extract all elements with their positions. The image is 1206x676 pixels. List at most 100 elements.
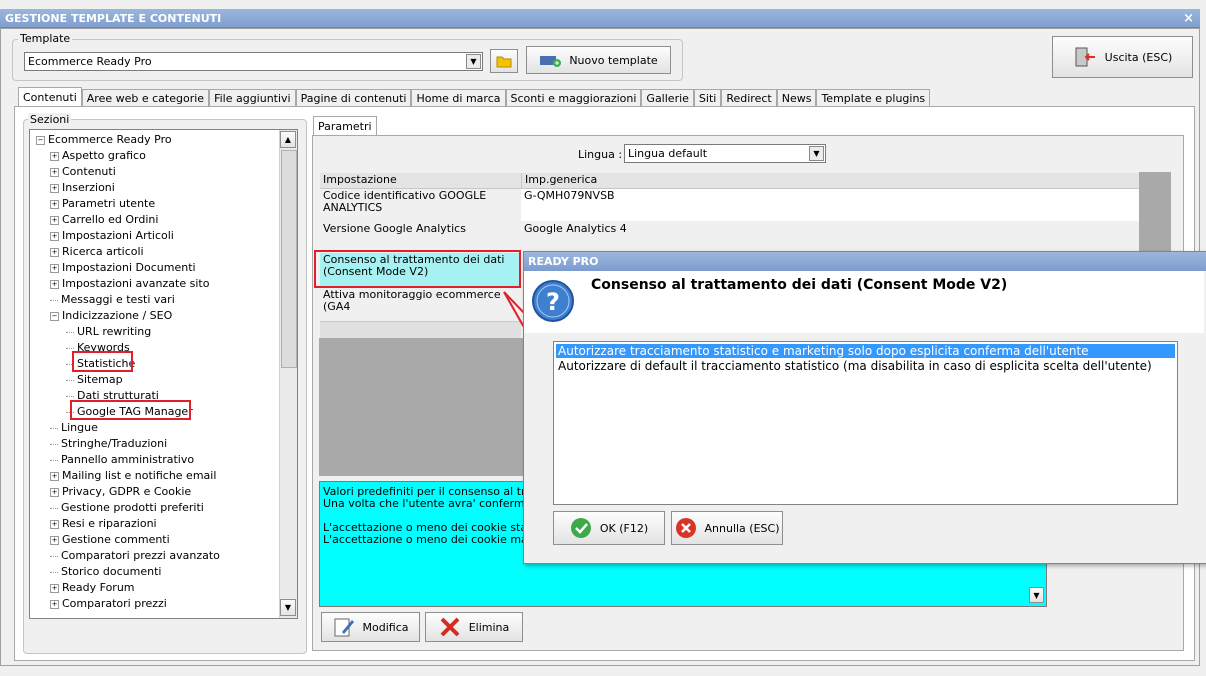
scroll-down-icon[interactable]: ▼ (280, 599, 296, 616)
tree-item[interactable]: Storico documenti (50, 564, 161, 580)
tree-item[interactable]: + Aspetto grafico (50, 148, 146, 164)
tree-item-label: Storico documenti (61, 565, 162, 578)
tree-item-label: Impostazioni Articoli (62, 229, 174, 242)
expand-icon[interactable]: + (50, 487, 59, 497)
folder-icon (496, 56, 512, 68)
template-select[interactable]: Ecommerce Ready Pro ▼ (24, 52, 483, 71)
tree-scrollbar[interactable]: ▲ ▼ (279, 130, 297, 618)
consent-option[interactable]: Autorizzare di default il tracciamento s… (556, 359, 1175, 373)
tree-item[interactable]: − Indicizzazione / SEO (50, 308, 172, 324)
open-template-button[interactable] (490, 49, 518, 73)
consent-option-selected[interactable]: Autorizzare tracciamento statistico e ma… (556, 344, 1175, 358)
consent-options-list[interactable]: Autorizzare tracciamento statistico e ma… (553, 341, 1178, 505)
sections-tree[interactable]: − Ecommerce Ready Pro + Aspetto grafico + Con… (29, 129, 298, 619)
expand-icon[interactable]: + (50, 279, 59, 289)
tree-item[interactable]: Dati strutturati (66, 388, 159, 404)
tree-item[interactable]: + Impostazioni Documenti (50, 260, 196, 276)
tree-item-label: Indicizzazione / SEO (62, 309, 173, 322)
delete-label: Elimina (468, 620, 510, 634)
tree-item[interactable]: + Gestione commenti (50, 532, 170, 548)
tree-root[interactable]: − Ecommerce Ready Pro (36, 132, 172, 148)
chevron-down-icon[interactable]: ▼ (809, 146, 824, 161)
lingua-label: Lingua : (578, 148, 623, 161)
chevron-down-icon[interactable]: ▼ (466, 54, 481, 69)
grid-row-value[interactable]: Google Analytics 4 (521, 222, 1139, 250)
new-template-button[interactable]: Nuovo template (526, 46, 671, 74)
expand-icon[interactable]: + (50, 599, 59, 609)
exit-door-icon (1075, 47, 1095, 67)
collapse-icon[interactable]: − (50, 311, 59, 321)
tree-item[interactable]: Stringhe/Traduzioni (50, 436, 167, 452)
tree-item[interactable]: + Inserzioni (50, 180, 115, 196)
tree-item[interactable]: Keywords (66, 340, 130, 356)
expand-icon[interactable]: + (50, 231, 59, 241)
tree-item[interactable]: + Ready Forum (50, 580, 135, 596)
tree-item[interactable]: + Impostazioni Articoli (50, 228, 174, 244)
tree-item-label: Google TAG Manager (77, 405, 193, 418)
tree-item-label: Lingue (61, 421, 98, 434)
tree-item[interactable]: + Parametri utente (50, 196, 155, 212)
scroll-up-icon[interactable]: ▲ (280, 131, 296, 148)
ok-button[interactable]: OK (F12) (553, 511, 665, 545)
tree-item-label: Gestione prodotti preferiti (61, 501, 204, 514)
delete-button[interactable]: Elimina (425, 612, 523, 642)
expand-icon[interactable]: + (50, 583, 59, 593)
cancel-label: Annulla (ESC) (704, 521, 780, 535)
tree-item-label: Gestione commenti (62, 533, 170, 546)
grid-row-name[interactable]: Codice identificativo GOOGLE ANALYTICS (320, 189, 521, 221)
tree-item-label: Dati strutturati (77, 389, 159, 402)
modify-button[interactable]: Modifica (321, 612, 420, 642)
grid-row-value[interactable]: G-QMH079NVSB (521, 189, 1139, 221)
tree-item[interactable]: Sitemap (66, 372, 123, 388)
dialog-heading: Consenso al trattamento dei dati (Consen… (591, 277, 1008, 293)
tree-item[interactable]: + Mailing list e notifiche email (50, 468, 216, 484)
tree-item[interactable]: URL rewriting (66, 324, 151, 340)
tree-item[interactable]: + Impostazioni avanzate sito (50, 276, 209, 292)
close-icon[interactable]: × (1183, 9, 1194, 28)
tree-item[interactable]: Gestione prodotti preferiti (50, 500, 204, 516)
expand-icon[interactable]: + (50, 263, 59, 273)
scroll-thumb[interactable] (281, 150, 297, 368)
tree-item[interactable]: Statistiche (66, 356, 135, 372)
tree-item-label: URL rewriting (77, 325, 152, 338)
expand-icon[interactable]: + (50, 471, 59, 481)
tree-item[interactable]: Lingue (50, 420, 98, 436)
modify-label: Modifica (362, 620, 409, 634)
expand-icon[interactable]: + (50, 535, 59, 545)
sections-legend: Sezioni (28, 113, 72, 126)
tree-item[interactable]: Messaggi e testi vari (50, 292, 175, 308)
tree-item-label: Parametri utente (62, 197, 156, 210)
tree-connector (66, 379, 74, 381)
tree-item[interactable]: Pannello amministrativo (50, 452, 194, 468)
tree-item[interactable]: + Privacy, GDPR e Cookie (50, 484, 191, 500)
tree-item[interactable]: + Carrello ed Ordini (50, 212, 158, 228)
tree-item-label: Keywords (77, 341, 130, 354)
tree-item[interactable]: + Contenuti (50, 164, 116, 180)
dialog-titlebar: READY PRO (524, 252, 1206, 271)
lingua-select[interactable]: Lingua default ▼ (624, 144, 826, 163)
tab-contenuti[interactable]: Contenuti (18, 87, 82, 108)
grid-row-name[interactable]: Versione Google Analytics (320, 222, 521, 250)
tree-item[interactable]: + Ricerca articoli (50, 244, 144, 260)
tree-item-label: Carrello ed Ordini (62, 213, 159, 226)
expand-icon[interactable]: + (50, 151, 59, 161)
expand-icon[interactable]: + (50, 199, 59, 209)
collapse-icon[interactable]: − (36, 135, 45, 145)
ok-label: OK (F12) (599, 521, 649, 535)
tree-connector (50, 555, 58, 557)
tree-item-label: Privacy, GDPR e Cookie (62, 485, 192, 498)
tree-item[interactable]: Comparatori prezzi avanzato (50, 548, 220, 564)
tree-connector (66, 363, 74, 365)
tree-item[interactable]: + Comparatori prezzi (50, 596, 167, 612)
expand-icon[interactable]: + (50, 167, 59, 177)
tree-item[interactable]: + Resi e riparazioni (50, 516, 157, 532)
expand-icon[interactable]: + (50, 247, 59, 257)
tree-item[interactable]: Google TAG Manager (66, 404, 193, 420)
scroll-down-icon[interactable]: ▼ (1029, 587, 1044, 603)
expand-icon[interactable]: + (50, 519, 59, 529)
expand-icon[interactable]: + (50, 183, 59, 193)
tab-parametri[interactable]: Parametri (313, 116, 377, 137)
cancel-button[interactable]: Annulla (ESC) (671, 511, 783, 545)
exit-button[interactable]: Uscita (ESC) (1052, 36, 1193, 78)
expand-icon[interactable]: + (50, 215, 59, 225)
